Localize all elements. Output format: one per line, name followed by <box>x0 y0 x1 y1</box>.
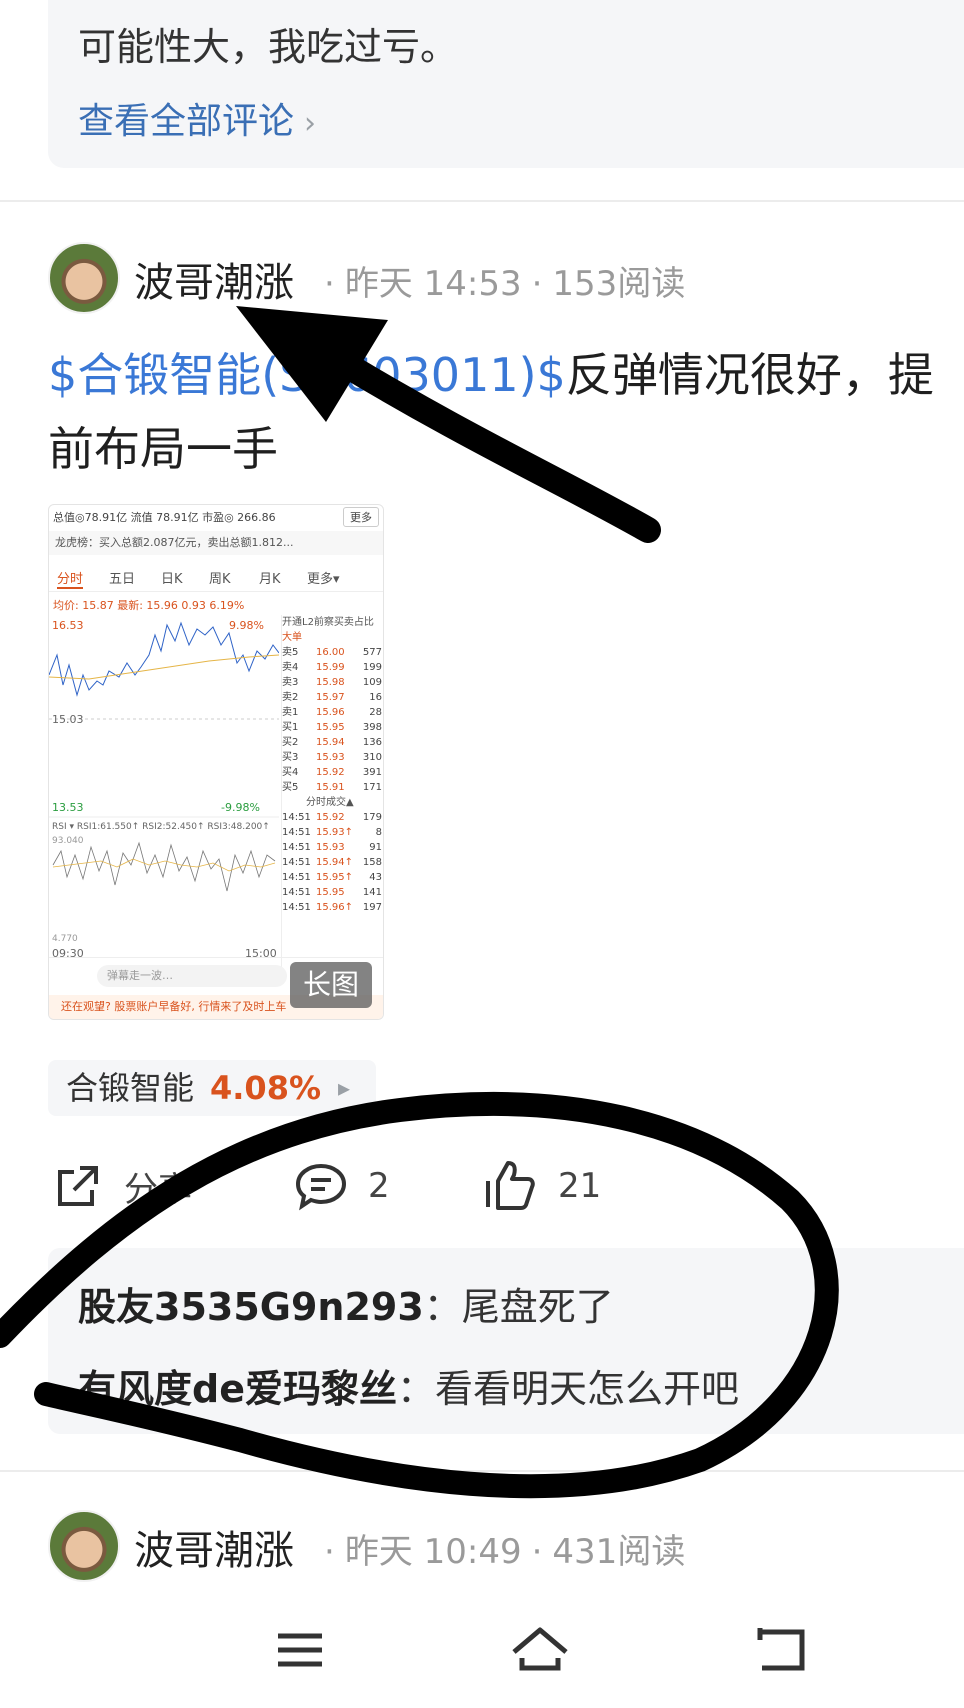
thumb-order-book: 开通L2前察买卖占比 大单 卖5 16.00 577 卖4 15.99 199 卖3 15.9… <box>281 615 383 975</box>
thumb-book-row: 买3 15.93 310 <box>282 752 382 763</box>
comment-user: 有风度de爱玛黎丝 <box>78 1367 397 1411</box>
author-name[interactable]: 波哥潮涨 <box>134 250 294 308</box>
previous-comment-text: 可能性大，我吃过亏。 <box>78 25 459 69</box>
thumb-book-row: 买1 15.95 398 <box>282 722 382 733</box>
thumb-price-line: 均价: 15.87 最新: 15.96 0.93 6.19% <box>53 599 245 612</box>
thumb-high: 16.53 <box>52 619 84 632</box>
comment-button[interactable]: 2 <box>294 1158 390 1214</box>
thumb-book-row: 卖1 15.96 28 <box>282 707 382 718</box>
stock-chip[interactable]: 合锻智能 4.08% ▸ <box>48 1060 376 1116</box>
post-body: $合锻智能(SH603011)$反弹情况很好，提 前布局一手 <box>48 338 964 486</box>
comment-row[interactable]: 股友3535G9n293：尾盘死了 <box>78 1276 614 1331</box>
thumb-mid: 15.03 <box>52 713 84 726</box>
next-post-reads: 431阅读 <box>552 1532 686 1572</box>
thumbs-up-icon <box>486 1161 535 1210</box>
stock-chip-name: 合锻智能 <box>66 1069 195 1107</box>
thumb-dragon-tiger: 龙虎榜：买入总额2.087亿元，卖出总额1.812... <box>49 531 383 555</box>
thumb-tab: 周K <box>209 572 231 587</box>
post-text-line2: 前布局一手 <box>48 422 278 476</box>
thumb-book-row: 卖3 15.98 109 <box>282 677 382 688</box>
thumb-tab: 月K <box>259 572 281 587</box>
share-button[interactable]: 分享 <box>52 1158 192 1214</box>
thumb-book-row: 卖2 15.97 16 <box>282 692 382 703</box>
post-text-rest: 反弹情况很好，提 <box>565 348 934 402</box>
thumb-book-row: 14:51 15.95 141 <box>282 887 382 898</box>
previous-comments-box: 可能性大，我吃过亏。 查看全部评论 › <box>48 0 964 168</box>
like-button[interactable]: 21 <box>482 1158 601 1214</box>
comment-row[interactable]: 有风度de爱玛黎丝：看看明天怎么开吧 <box>78 1358 739 1413</box>
chevron-right-icon: ▸ <box>338 1074 351 1102</box>
post-image[interactable]: 总值◎78.91亿 流值 78.91亿 市盈◎ 266.86 更多 龙虎榜：买入… <box>48 504 384 1020</box>
thumb-more-button: 更多 <box>343 507 379 527</box>
thumb-book-row: 14:51 15.96↑ 197 <box>282 902 382 913</box>
thumb-low: 13.53 <box>52 801 84 814</box>
thumb-book-row: 14:51 15.92 179 <box>282 812 382 823</box>
thumb-book-row: 卖5 16.00 577 <box>282 647 382 658</box>
post-date: 昨天 14:53 <box>344 264 522 304</box>
comment-text: 尾盘死了 <box>461 1285 614 1329</box>
view-all-comments-link[interactable]: 查看全部评论 › <box>78 92 316 144</box>
share-label: 分享 <box>124 1169 192 1210</box>
thumb-stats-row: 总值◎78.91亿 流值 78.91亿 市盈◎ 266.86 更多 <box>53 507 379 527</box>
thumb-high-pct: 9.98% <box>229 619 264 632</box>
comment-icon <box>295 1163 347 1211</box>
thumb-book-row: 买5 15.91 171 <box>282 782 382 793</box>
system-nav-bar <box>0 1594 964 1708</box>
share-icon <box>58 1166 98 1206</box>
back-icon[interactable] <box>748 1618 812 1682</box>
home-icon[interactable] <box>508 1618 572 1682</box>
thumb-low-pct: -9.98% <box>221 801 260 814</box>
next-post-date: 昨天 10:49 <box>344 1532 522 1572</box>
thumb-tab: 分时 <box>57 568 84 589</box>
avatar[interactable] <box>48 242 120 314</box>
thumb-book-row: 卖4 15.99 199 <box>282 662 382 673</box>
thumb-danmaku-input: 弹幕走一波… <box>97 965 287 987</box>
divider <box>0 200 964 202</box>
thumb-book-row: 买4 15.92 391 <box>282 767 382 778</box>
thumb-book-row: 买2 15.94 136 <box>282 737 382 748</box>
next-post-meta: · 昨天 10:49 · 431阅读 <box>324 1532 686 1572</box>
comment-user: 股友3535G9n293 <box>78 1285 424 1329</box>
thumb-intraday-chart: 16.53 9.98% 15.03 13.53 -9.98% RSI ▾ RSI… <box>49 619 279 960</box>
like-count: 21 <box>558 1166 602 1206</box>
long-image-tag: 长图 <box>290 962 372 1008</box>
thumb-trades-header: 分时成交▲ <box>306 797 354 808</box>
stock-chip-change: 4.08% <box>210 1069 322 1107</box>
avatar[interactable] <box>48 1510 120 1582</box>
next-author-name[interactable]: 波哥潮涨 <box>134 1518 294 1576</box>
thumb-book-row: 14:51 15.95↑ 43 <box>282 872 382 883</box>
view-all-label: 查看全部评论 <box>78 101 295 142</box>
thumb-book-row: 14:51 15.94↑ 158 <box>282 857 382 868</box>
app-screen: 可能性大，我吃过亏。 查看全部评论 › 波哥潮涨 · 昨天 14:53 · 153阅读 … <box>0 0 964 1708</box>
comments-preview-box[interactable]: 股友3535G9n293：尾盘死了 有风度de爱玛黎丝：看看明天怎么开吧 <box>48 1248 964 1434</box>
thumb-rsi-bottom: 4.770 <box>52 934 78 944</box>
thumb-tabs: 分时 五日 日K 周K 月K 更多▾ <box>49 561 383 592</box>
thumb-rsi-legend: RSI ▾ RSI1:61.550↑ RSI2:52.450↑ RSI3:48.… <box>52 822 270 832</box>
thumb-rsi-top: 93.040 <box>52 836 84 846</box>
thumb-tab: 更多▾ <box>307 572 340 587</box>
comment-count: 2 <box>368 1166 390 1206</box>
chevron-right-icon: › <box>304 106 317 141</box>
thumb-book-row: 14:51 15.93↑ 8 <box>282 827 382 838</box>
post-reads: 153阅读 <box>552 264 686 304</box>
comment-text: 看看明天怎么开吧 <box>435 1367 740 1411</box>
thumb-book-row: 14:51 15.93 91 <box>282 842 382 853</box>
thumb-book-header: 开通L2前察买卖占比 <box>282 617 374 628</box>
divider <box>0 1470 964 1472</box>
post-meta: · 昨天 14:53 · 153阅读 <box>324 264 686 304</box>
menu-icon[interactable] <box>268 1618 332 1682</box>
stock-link[interactable]: $合锻智能(SH603011)$ <box>48 348 566 402</box>
thumb-tab: 五日 <box>109 572 136 587</box>
thumb-tab: 日K <box>161 572 183 587</box>
thumb-big-order: 大单 <box>282 632 302 643</box>
